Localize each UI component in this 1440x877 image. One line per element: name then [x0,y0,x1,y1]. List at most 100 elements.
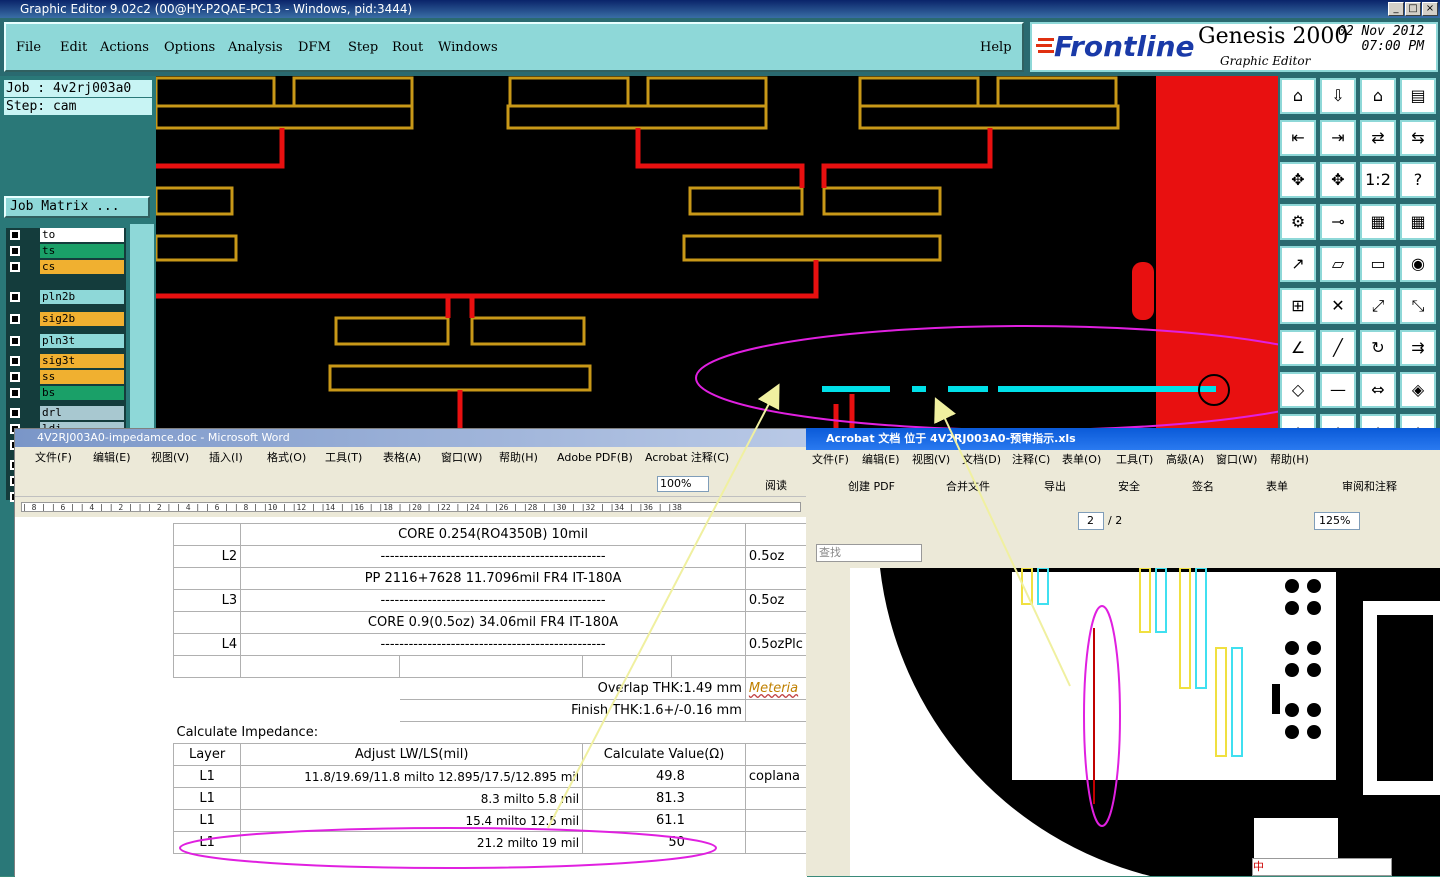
tool-button[interactable]: ▤ [1400,78,1436,114]
layer-name[interactable]: cs [40,260,124,274]
layer-name[interactable]: drl [40,406,124,420]
layer-name[interactable]: pln2b [40,290,124,304]
layer-checkbox[interactable] [10,408,20,418]
menu-windows[interactable]: Windows [438,40,498,55]
menu-options[interactable]: Options [164,40,215,55]
close-button[interactable]: × [1422,2,1438,16]
layer-name[interactable]: ts [40,244,124,258]
tool-button[interactable]: ✕ [1320,288,1356,324]
layer-checkbox[interactable] [10,246,20,256]
word-menu-edit[interactable]: 编辑(E) [93,447,131,469]
menu-dfm[interactable]: DFM [298,40,331,55]
layer-row[interactable]: sig2b [6,312,126,326]
layer-checkbox[interactable] [10,314,20,324]
menu-analysis[interactable]: Analysis [228,40,283,55]
layer-name[interactable]: pln3t [40,334,124,348]
layer-checkbox[interactable] [10,292,20,302]
graphic-canvas[interactable] [156,76,1278,428]
tool-button[interactable]: ⇆ [1400,120,1436,156]
acrobat-document-view[interactable]: 中 [850,568,1440,876]
acro-menu-forms[interactable]: 表单(O) [1062,450,1101,470]
ime-toolbar[interactable]: 中 [1252,858,1392,876]
tool-button[interactable]: 1:2 [1360,162,1396,198]
layer-row[interactable]: bs [6,386,126,400]
acro-menu-view[interactable]: 视图(V) [912,450,950,470]
layer-name[interactable]: sig3t [40,354,124,368]
layer-row[interactable]: drl [6,406,126,420]
tool-button[interactable]: ⇉ [1400,330,1436,366]
maximize-button[interactable]: □ [1405,2,1421,16]
tool-button[interactable]: ⇥ [1320,120,1356,156]
tool-button[interactable]: ⊞ [1280,288,1316,324]
layer-row[interactable]: pln3t [6,334,126,348]
layer-checkbox[interactable] [10,336,20,346]
tool-button[interactable]: ◇ [1280,372,1316,408]
word-read-button[interactable]: 阅读 [765,477,787,493]
tool-button[interactable]: ↻ [1360,330,1396,366]
word-menu-insert[interactable]: 插入(I) [209,447,243,469]
layer-row[interactable]: ts [6,244,126,258]
layer-checkbox[interactable] [10,230,20,240]
layer-row[interactable]: to [6,228,126,242]
tool-button[interactable]: ⊸ [1320,204,1356,240]
tool-button[interactable]: ▱ [1320,246,1356,282]
acro-menu-window[interactable]: 窗口(W) [1216,450,1257,470]
acro-menu-comment[interactable]: 注释(C) [1012,450,1050,470]
tool-button[interactable]: ∠ [1280,330,1316,366]
acro-menu-file[interactable]: 文件(F) [812,450,849,470]
tool-button[interactable]: ▦ [1360,204,1396,240]
layer-checkbox[interactable] [10,262,20,272]
word-zoom-select[interactable]: 100% [657,476,709,492]
acro-menu-edit[interactable]: 编辑(E) [862,450,900,470]
forms-button[interactable]: 表单 [1266,470,1288,504]
ime-mode[interactable]: 中 [1253,860,1264,873]
page-number-input[interactable]: 2 [1078,512,1104,530]
layer-checkbox[interactable] [10,388,20,398]
word-menu-acrobat[interactable]: Acrobat 注释(C) [645,447,729,469]
menu-actions[interactable]: Actions [100,40,149,55]
layer-row[interactable]: sig3t [6,354,126,368]
acro-menu-advanced[interactable]: 高级(A) [1166,450,1204,470]
word-menu-table[interactable]: 表格(A) [383,447,421,469]
find-input[interactable]: 查找 [816,544,922,562]
menu-help[interactable]: Help [980,40,1012,55]
review-comment-button[interactable]: 审阅和注释 [1342,470,1397,504]
tool-button[interactable]: ✥ [1320,162,1356,198]
tool-button[interactable]: ▦ [1400,204,1436,240]
export-button[interactable]: 导出 [1044,470,1066,504]
tool-button[interactable]: ⇔ [1360,372,1396,408]
layer-name[interactable]: bs [40,386,124,400]
menu-file[interactable]: File [16,40,41,55]
tool-button[interactable]: ◈ [1400,372,1436,408]
acro-menu-tools[interactable]: 工具(T) [1116,450,1153,470]
layer-name[interactable]: ss [40,370,124,384]
combine-files-button[interactable]: 合并文件 [946,470,990,504]
word-menu-format[interactable]: 格式(O) [267,447,306,469]
word-menu-help[interactable]: 帮助(H) [499,447,538,469]
tool-button[interactable]: ? [1400,162,1436,198]
layer-checkbox[interactable] [10,356,20,366]
word-menu-file[interactable]: 文件(F) [35,447,72,469]
word-menu-view[interactable]: 视图(V) [151,447,189,469]
tool-button[interactable]: ⤡ [1400,288,1436,324]
layer-row[interactable]: ss [6,370,126,384]
layer-checkbox[interactable] [10,372,20,382]
tool-button[interactable]: ✥ [1280,162,1316,198]
layer-name[interactable]: sig2b [40,312,124,326]
word-menu-tools[interactable]: 工具(T) [325,447,362,469]
minimize-button[interactable]: _ [1388,2,1404,16]
tool-button[interactable]: ⇤ [1280,120,1316,156]
tool-button[interactable]: ⇩ [1320,78,1356,114]
tool-button[interactable]: ↗ [1280,246,1316,282]
tool-button[interactable]: ╱ [1320,330,1356,366]
tool-button[interactable]: ▭ [1360,246,1396,282]
security-button[interactable]: 安全 [1118,470,1140,504]
layer-row[interactable]: cs [6,260,126,274]
word-menu-window[interactable]: 窗口(W) [441,447,482,469]
sign-button[interactable]: 签名 [1192,470,1214,504]
menu-step[interactable]: Step [348,40,378,55]
layer-name[interactable]: to [40,228,124,242]
word-document[interactable]: CORE 0.254(RO4350B) 10mil L2 -------------… [15,517,807,877]
tool-button[interactable]: — [1320,372,1356,408]
job-matrix-button[interactable]: Job Matrix ... [4,196,150,218]
